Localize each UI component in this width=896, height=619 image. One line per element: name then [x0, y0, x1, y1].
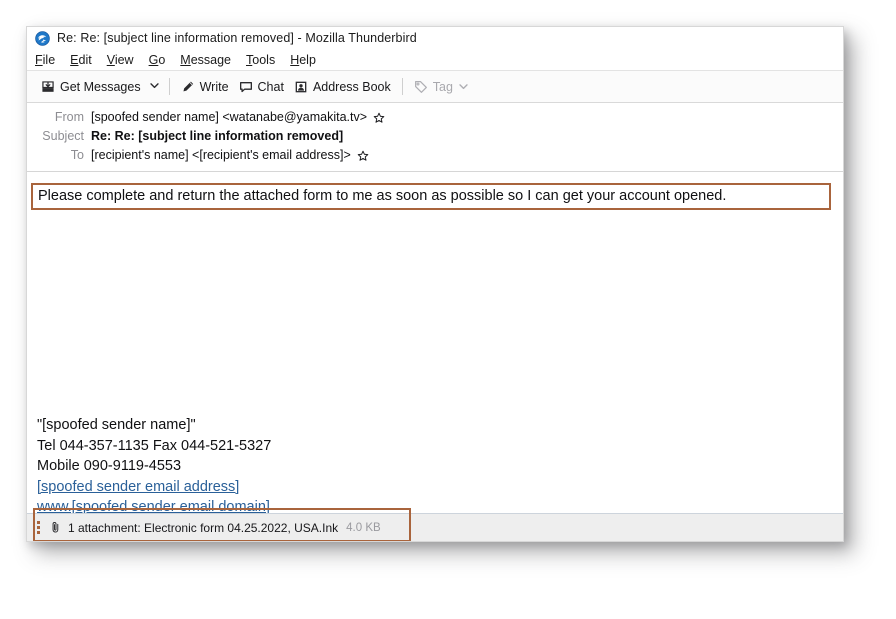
- to-star-outline-icon[interactable]: [357, 150, 369, 162]
- header-row-subject: Subject Re: Re: [subject line informatio…: [27, 127, 843, 146]
- pencil-icon: [181, 80, 195, 94]
- attachment-grip: [37, 521, 40, 534]
- message-body: Please complete and return the attached …: [27, 172, 843, 513]
- signature-name: "[spoofed sender name]": [37, 415, 271, 436]
- screenshot-canvas: Re: Re: [subject line information remove…: [0, 0, 896, 619]
- thunderbird-window: Re: Re: [subject line information remove…: [26, 26, 844, 542]
- chevron-down-icon: [149, 78, 160, 96]
- tag-chevron-down-icon: [458, 81, 469, 92]
- attachment-bar[interactable]: 1 attachment: Electronic form 04.25.2022…: [27, 513, 843, 541]
- address-book-label: Address Book: [313, 80, 391, 94]
- body-highlighted-line: Please complete and return the attached …: [38, 186, 726, 207]
- signature-mobile: Mobile 090-9119-4553: [37, 456, 271, 477]
- menu-item-view[interactable]: View: [107, 53, 134, 67]
- to-label: To: [27, 147, 91, 164]
- signature-block: "[spoofed sender name]" Tel 044-357-1135…: [37, 415, 271, 513]
- chat-bubble-icon: [239, 80, 253, 94]
- to-value: [recipient's name] <[recipient's email a…: [91, 147, 369, 164]
- subject-value: Re: Re: [subject line information remove…: [91, 128, 343, 145]
- tag-button[interactable]: Tag: [409, 75, 474, 99]
- signature-website-link[interactable]: www.[spoofed sender email domain]: [37, 499, 270, 513]
- main-toolbar: Get Messages Write: [27, 71, 843, 103]
- highlight-annotation-box: Please complete and return the attached …: [31, 183, 831, 210]
- menu-item-message[interactable]: Message: [180, 53, 231, 67]
- from-value: [spoofed sender name] <watanabe@yamakita…: [91, 109, 385, 126]
- attachment-size: 4.0 KB: [346, 522, 381, 534]
- from-value-text: [spoofed sender name] <watanabe@yamakita…: [91, 109, 367, 126]
- menu-bar: File Edit View Go Message Tools Help: [27, 49, 843, 71]
- menu-item-help[interactable]: Help: [290, 53, 316, 67]
- from-star-outline-icon[interactable]: [373, 112, 385, 124]
- title-bar: Re: Re: [subject line information remove…: [27, 27, 843, 49]
- signature-phone: Tel 044-357-1135 Fax 044-521-5327: [37, 436, 271, 457]
- address-book-button[interactable]: Address Book: [289, 75, 396, 99]
- chat-button[interactable]: Chat: [234, 75, 289, 99]
- get-messages-dropdown-button[interactable]: [146, 76, 163, 98]
- get-messages-button[interactable]: Get Messages: [36, 75, 146, 99]
- get-messages-icon: [41, 80, 55, 94]
- menu-item-tools[interactable]: Tools: [246, 53, 275, 67]
- menu-item-go[interactable]: Go: [149, 53, 166, 67]
- write-label: Write: [200, 80, 229, 94]
- write-button[interactable]: Write: [176, 75, 234, 99]
- menu-item-edit[interactable]: Edit: [70, 53, 92, 67]
- menu-item-file[interactable]: File: [35, 53, 55, 67]
- toolbar-separator-2: [402, 78, 403, 95]
- address-book-icon: [294, 80, 308, 94]
- to-value-text: [recipient's name] <[recipient's email a…: [91, 147, 351, 164]
- chat-label: Chat: [258, 80, 284, 94]
- paperclip-icon: [49, 521, 62, 534]
- subject-label: Subject: [27, 128, 91, 145]
- toolbar-separator: [169, 78, 170, 95]
- tag-label: Tag: [433, 80, 453, 94]
- window-title: Re: Re: [subject line information remove…: [57, 31, 417, 45]
- thunderbird-logo-icon: [35, 31, 50, 46]
- header-row-from: From [spoofed sender name] <watanabe@yam…: [27, 108, 843, 127]
- header-row-to: To [recipient's name] <[recipient's emai…: [27, 146, 843, 165]
- message-header-pane: From [spoofed sender name] <watanabe@yam…: [27, 103, 843, 172]
- tag-icon: [414, 80, 428, 94]
- attachment-label: 1 attachment: Electronic form 04.25.2022…: [68, 521, 338, 535]
- signature-email-link[interactable]: [spoofed sender email address]: [37, 479, 239, 495]
- get-messages-label: Get Messages: [60, 80, 141, 94]
- from-label: From: [27, 109, 91, 126]
